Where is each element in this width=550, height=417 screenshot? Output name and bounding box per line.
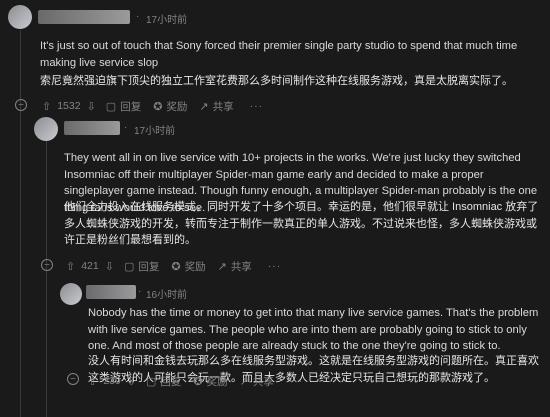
comment-text: Nobody has the time or money to get into… <box>88 307 539 352</box>
comment-icon: ▢ <box>123 260 135 273</box>
comment-icon: ▢ <box>145 375 157 388</box>
downvote-icon[interactable]: ⇩ <box>127 375 136 388</box>
share-icon: ↗ <box>239 375 249 388</box>
comment-actions: ⇧ 421 ⇩ ▢ 回复 ✪ 奖励 ↗ 共享 ··· <box>66 258 281 274</box>
award-button[interactable]: ✪ 奖励 <box>193 374 227 389</box>
award-label: 奖励 <box>206 375 228 388</box>
expand-icon[interactable]: − <box>67 373 79 385</box>
share-label: 共享 <box>230 260 252 273</box>
separator-dot: · <box>124 122 128 133</box>
share-label: 共享 <box>252 375 274 388</box>
thread-line[interactable] <box>46 140 47 417</box>
award-label: 奖励 <box>166 100 188 113</box>
vote-group: ⇧ 1532 ⇩ <box>42 100 96 113</box>
separator-dot: · <box>136 11 140 22</box>
upvote-icon[interactable]: ⇧ <box>42 100 51 113</box>
award-icon: ✪ <box>193 375 203 388</box>
timestamp: 16小时前 <box>146 290 188 301</box>
reply-label: 回复 <box>120 100 142 113</box>
downvote-icon[interactable]: ⇩ <box>87 100 96 113</box>
vote-count: 1532 <box>57 100 81 112</box>
upvote-icon[interactable]: ⇧ <box>66 260 75 273</box>
share-icon: ↗ <box>199 100 209 113</box>
vote-count: 421 <box>81 260 99 272</box>
avatar[interactable] <box>60 283 82 305</box>
username[interactable] <box>64 121 120 135</box>
comment-text: It's just so out of touch that Sony forc… <box>40 40 518 69</box>
award-label: 奖励 <box>184 260 206 273</box>
vote-count: 239 <box>103 375 121 387</box>
comment-translation: 索尼竟然强迫旗下顶尖的独立工作室花费那么多时间制作这种在线服务游戏，真是太脱离实… <box>40 75 513 87</box>
expand-icon[interactable]: − <box>41 259 53 271</box>
share-button[interactable]: ↗ 共享 <box>199 99 233 114</box>
upvote-icon[interactable]: ⇧ <box>88 375 97 388</box>
comment-actions: ⇧ 239 ⇩ ▢ 回复 ✪ 奖励 ↗ 共享 ··· <box>88 373 303 389</box>
username[interactable] <box>86 285 136 299</box>
thread-line[interactable] <box>20 30 21 417</box>
downvote-icon[interactable]: ⇩ <box>105 260 114 273</box>
award-icon: ✪ <box>171 260 181 273</box>
reply-label: 回复 <box>138 260 160 273</box>
separator-dot: · <box>138 286 142 297</box>
avatar[interactable] <box>8 5 32 29</box>
reply-button[interactable]: ▢ 回复 <box>146 374 181 389</box>
username[interactable] <box>38 10 130 24</box>
more-options-icon[interactable]: ··· <box>250 100 264 112</box>
expand-icon[interactable]: − <box>15 99 27 111</box>
comment-actions: ⇧ 1532 ⇩ ▢ 回复 ✪ 奖励 ↗ 共享 ··· <box>42 98 263 114</box>
more-options-icon[interactable]: ··· <box>290 375 304 387</box>
award-button[interactable]: ✪ 奖励 <box>171 259 205 274</box>
share-button[interactable]: ↗ 共享 <box>218 259 252 274</box>
timestamp: 17小时前 <box>146 15 188 26</box>
share-button[interactable]: ↗ 共享 <box>240 374 274 389</box>
timestamp: 17小时前 <box>134 126 176 137</box>
share-icon: ↗ <box>217 260 227 273</box>
vote-group: ⇧ 421 ⇩ <box>66 260 114 273</box>
comment-icon: ▢ <box>105 100 117 113</box>
reply-button[interactable]: ▢ 回复 <box>124 259 159 274</box>
reply-label: 回复 <box>160 375 182 388</box>
share-label: 共享 <box>212 100 234 113</box>
award-icon: ✪ <box>153 100 163 113</box>
avatar[interactable] <box>34 117 58 141</box>
more-options-icon[interactable]: ··· <box>268 260 282 272</box>
award-button[interactable]: ✪ 奖励 <box>153 99 187 114</box>
comment-translation: 他们全力投入在线服务模式，同时开发了十多个项目。幸运的是，他们很早就让 Inso… <box>64 201 539 246</box>
reply-button[interactable]: ▢ 回复 <box>106 99 141 114</box>
vote-group: ⇧ 239 ⇩ <box>88 375 136 388</box>
